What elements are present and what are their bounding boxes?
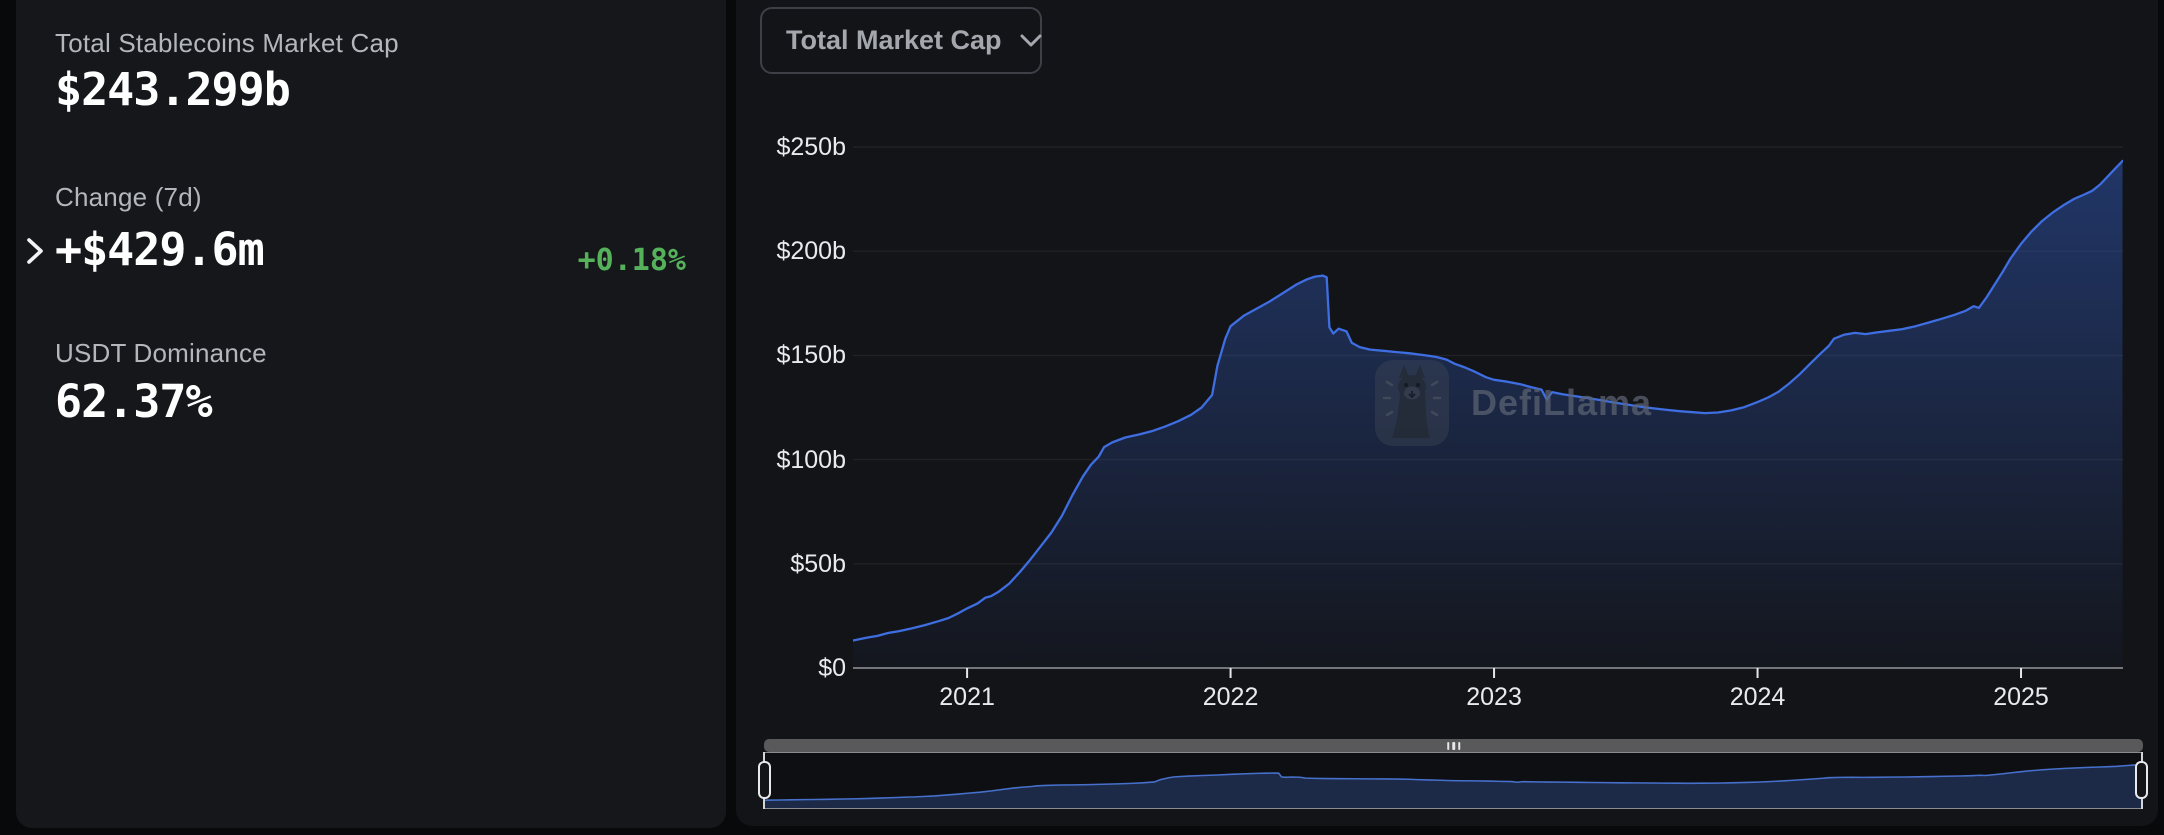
chevron-right-icon[interactable] xyxy=(25,237,47,265)
metric-dropdown-label: Total Market Cap xyxy=(786,25,1002,56)
x-axis-label: 2021 xyxy=(922,682,1012,712)
chevron-down-icon xyxy=(1020,34,1042,48)
x-axis-label: 2022 xyxy=(1186,682,1276,712)
brush-right-handle[interactable] xyxy=(2135,761,2148,799)
brush-mini-chart[interactable] xyxy=(764,752,2143,809)
x-axis-label: 2024 xyxy=(1713,682,1803,712)
metric-dropdown[interactable]: Total Market Cap xyxy=(760,7,1042,74)
y-axis-label: $250b xyxy=(736,132,846,162)
y-axis-label: $100b xyxy=(736,445,846,475)
chart-panel: Total Market Cap $0 $50b $100b $150b $200b $2… xyxy=(736,0,2158,826)
total-mcap-label: Total Stablecoins Market Cap xyxy=(55,28,399,59)
y-axis-label: $50b xyxy=(736,549,846,579)
y-axis-label: $200b xyxy=(736,236,846,266)
market-cap-area-chart[interactable] xyxy=(853,130,2123,682)
brush-area-series xyxy=(765,765,2142,808)
y-axis-label: $0 xyxy=(736,653,846,683)
usdt-dominance-value: 62.37% xyxy=(55,376,212,428)
change-7d-label: Change (7d) xyxy=(55,182,202,213)
change-7d-percent: +0.18% xyxy=(578,243,686,278)
stats-panel: Total Stablecoins Market Cap $243.299b C… xyxy=(16,0,726,828)
x-axis-label: 2023 xyxy=(1449,682,1539,712)
usdt-dominance-label: USDT Dominance xyxy=(55,338,267,369)
x-axis-label: 2025 xyxy=(1976,682,2066,712)
brush-drag-grip-icon[interactable] xyxy=(1447,742,1461,750)
change-7d-value: +$429.6m xyxy=(55,224,264,276)
brush-scroll-bar[interactable] xyxy=(764,739,2143,752)
area-series xyxy=(853,161,2123,668)
y-axis-label: $150b xyxy=(736,340,846,370)
stablecoins-dashboard: { "left_panel": { "stats": [ { "label": … xyxy=(0,0,2164,835)
brush-left-handle[interactable] xyxy=(758,761,771,799)
total-mcap-value: $243.299b xyxy=(55,64,290,116)
